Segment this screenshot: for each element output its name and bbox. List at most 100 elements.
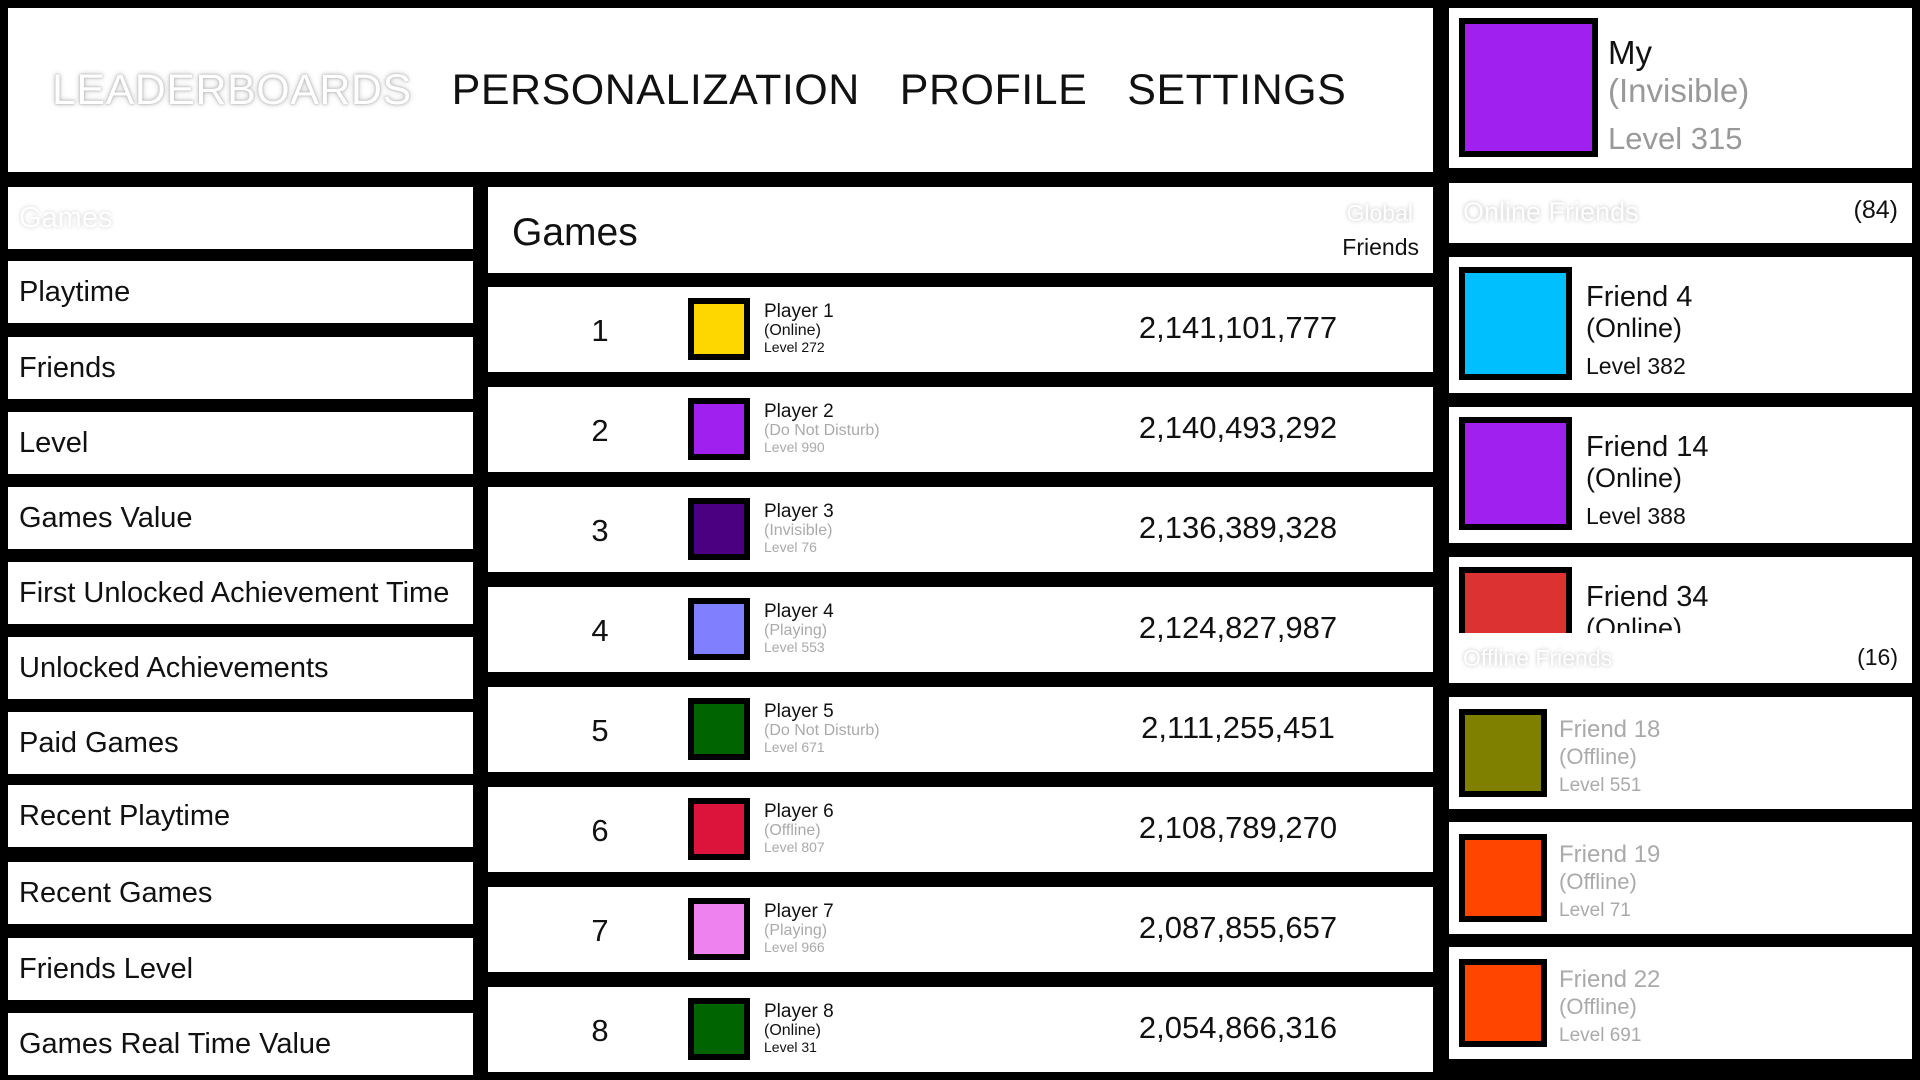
online-friend-card[interactable]: Friend 34 (Online) bbox=[1449, 557, 1912, 633]
nav-personalization[interactable]: PERSONALIZATION bbox=[452, 66, 860, 115]
player-info: Player 6 (Offline) Level 807 bbox=[764, 801, 834, 856]
rank-number: 2 bbox=[591, 413, 609, 448]
nav-leaderboards[interactable]: LEADERBOARDS bbox=[52, 66, 412, 115]
rank-number: 1 bbox=[591, 313, 609, 348]
leaderboard-header: Games Global Friends bbox=[488, 187, 1433, 273]
category-first-unlocked-achievement-time[interactable]: First Unlocked Achievement Time bbox=[8, 562, 473, 624]
player-avatar bbox=[688, 698, 750, 760]
friend-status: (Online) bbox=[1586, 313, 1683, 343]
player-name: Player 2 bbox=[764, 401, 834, 422]
player-score: 2,087,855,657 bbox=[1138, 910, 1338, 945]
category-recent-playtime[interactable]: Recent Playtime bbox=[8, 785, 473, 847]
category-games-real-time-value[interactable]: Games Real Time Value bbox=[8, 1013, 473, 1075]
friend-name: Friend 18 bbox=[1559, 716, 1661, 743]
player-avatar bbox=[688, 798, 750, 860]
player-score: 2,141,101,777 bbox=[1138, 310, 1338, 345]
offline-friend-card[interactable]: Friend 19 (Offline) Level 71 bbox=[1449, 822, 1912, 934]
category-friends-level[interactable]: Friends Level bbox=[8, 938, 473, 1000]
friend-level: Level 388 bbox=[1586, 503, 1686, 529]
player-name: Player 1 bbox=[764, 301, 834, 322]
player-level: Level 966 bbox=[764, 939, 825, 956]
player-info: Player 3 (Invisible) Level 76 bbox=[764, 501, 834, 556]
rank-number: 5 bbox=[591, 713, 609, 748]
online-friends-count: (84) bbox=[1853, 196, 1898, 224]
offline-friends-count: (16) bbox=[1857, 644, 1898, 670]
player-avatar bbox=[688, 398, 750, 460]
offline-friend-card[interactable]: Friend 22 (Offline) Level 691 bbox=[1449, 947, 1912, 1059]
player-status: (Online) bbox=[764, 322, 821, 340]
scope-friends-tab[interactable]: Friends bbox=[1342, 234, 1419, 261]
rank-number: 7 bbox=[591, 913, 609, 948]
online-friend-card[interactable]: Friend 14 (Online) Level 388 bbox=[1449, 407, 1912, 543]
categories-header: Games bbox=[8, 187, 473, 249]
nav-profile[interactable]: PROFILE bbox=[900, 66, 1088, 115]
friend-status: (Offline) bbox=[1559, 869, 1637, 894]
friend-name: Friend 22 bbox=[1559, 966, 1661, 993]
online-friend-card[interactable]: Friend 4 (Online) Level 382 bbox=[1449, 257, 1912, 393]
top-navigation: LEADERBOARDS PERSONALIZATION PROFILE SET… bbox=[8, 8, 1433, 172]
rank-number: 8 bbox=[591, 1013, 609, 1048]
player-level: Level 553 bbox=[764, 639, 825, 656]
offline-friends-header: Offline Friends (16) bbox=[1449, 633, 1912, 683]
friend-level: Level 691 bbox=[1559, 1025, 1642, 1046]
friend-level: Level 71 bbox=[1559, 900, 1631, 921]
player-name: Player 4 bbox=[764, 601, 834, 622]
player-status: (Invisible) bbox=[764, 522, 833, 540]
leaderboard-row[interactable]: 5 Player 5 (Do Not Disturb) Level 671 2,111,… bbox=[488, 687, 1433, 772]
rank-number: 6 bbox=[591, 813, 609, 848]
category-recent-games[interactable]: Recent Games bbox=[8, 862, 473, 924]
player-info: Player 8 (Online) Level 31 bbox=[764, 1001, 834, 1056]
player-name: Player 8 bbox=[764, 1001, 834, 1022]
friend-avatar bbox=[1459, 267, 1572, 380]
my-profile-card[interactable]: My (Invisible) Level 315 bbox=[1449, 8, 1912, 168]
friend-status: (Online) bbox=[1586, 613, 1683, 633]
leaderboard-row[interactable]: 3 Player 3 (Invisible) Level 76 2,136,389,32… bbox=[488, 487, 1433, 572]
player-level: Level 272 bbox=[764, 339, 825, 356]
player-score: 2,108,789,270 bbox=[1138, 810, 1338, 845]
category-level[interactable]: Level bbox=[8, 412, 473, 474]
category-playtime[interactable]: Playtime bbox=[8, 261, 473, 323]
player-status: (Online) bbox=[764, 1022, 821, 1040]
friend-name: Friend 34 bbox=[1586, 581, 1709, 613]
friend-avatar bbox=[1459, 834, 1547, 922]
online-friends-label: Online Friends bbox=[1463, 197, 1639, 227]
offline-friend-card[interactable]: Friend 18 (Offline) Level 551 bbox=[1449, 697, 1912, 809]
player-info: Player 4 (Playing) Level 553 bbox=[764, 601, 834, 656]
category-unlocked-achievements[interactable]: Unlocked Achievements bbox=[8, 637, 473, 699]
offline-friends-label: Offline Friends bbox=[1463, 645, 1613, 671]
category-friends[interactable]: Friends bbox=[8, 337, 473, 399]
player-avatar bbox=[688, 498, 750, 560]
leaderboard-row[interactable]: 4 Player 4 (Playing) Level 553 2,124,827,987 bbox=[488, 587, 1433, 672]
player-info: Player 5 (Do Not Disturb) Level 671 bbox=[764, 701, 880, 756]
category-games-value[interactable]: Games Value bbox=[8, 487, 473, 549]
player-avatar bbox=[688, 598, 750, 660]
friend-avatar bbox=[1459, 959, 1547, 1047]
player-level: Level 671 bbox=[764, 739, 825, 756]
player-status: (Playing) bbox=[764, 922, 828, 940]
player-name: Player 3 bbox=[764, 501, 834, 522]
friend-avatar bbox=[1459, 567, 1572, 633]
player-level: Level 31 bbox=[764, 1039, 817, 1056]
leaderboard-row[interactable]: 2 Player 2 (Do Not Disturb) Level 990 2,140,… bbox=[488, 387, 1433, 472]
leaderboard-row[interactable]: 8 Player 8 (Online) Level 31 2,054,866,316 bbox=[488, 987, 1433, 1072]
leaderboard-row[interactable]: 7 Player 7 (Playing) Level 966 2,087,855,657 bbox=[488, 887, 1433, 972]
category-paid-games[interactable]: Paid Games bbox=[8, 712, 473, 774]
profile-name: My bbox=[1608, 34, 1652, 71]
player-status: (Do Not Disturb) bbox=[764, 722, 880, 740]
leaderboard-row[interactable]: 1 Player 1 (Online) Level 272 2,141,101,777 bbox=[488, 287, 1433, 372]
leaderboard-row[interactable]: 6 Player 6 (Offline) Level 807 2,108,789,270 bbox=[488, 787, 1433, 872]
player-avatar bbox=[688, 898, 750, 960]
scope-global-tab[interactable]: Global bbox=[1347, 200, 1413, 227]
friend-level: Level 382 bbox=[1586, 353, 1686, 379]
profile-level: Level 315 bbox=[1608, 121, 1743, 156]
leaderboard-title: Games bbox=[512, 211, 638, 254]
friend-status: (Online) bbox=[1586, 463, 1683, 493]
player-score: 2,111,255,451 bbox=[1141, 710, 1335, 745]
friend-avatar bbox=[1459, 709, 1547, 797]
player-info: Player 2 (Do Not Disturb) Level 990 bbox=[764, 401, 880, 456]
player-info: Player 7 (Playing) Level 966 bbox=[764, 901, 834, 956]
friend-status: (Offline) bbox=[1559, 994, 1637, 1019]
nav-settings[interactable]: SETTINGS bbox=[1127, 66, 1346, 115]
player-level: Level 807 bbox=[764, 839, 825, 856]
player-name: Player 6 bbox=[764, 801, 834, 822]
